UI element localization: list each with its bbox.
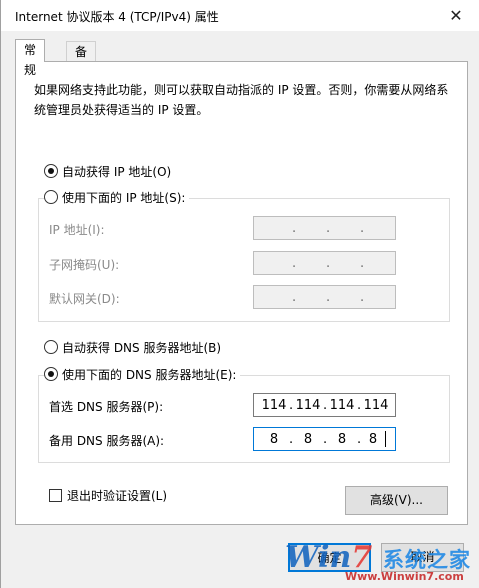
manual-dns-label: 使用下面的 DNS 服务器地址(E):: [62, 367, 237, 382]
validate-on-exit-row[interactable]: 退出时验证设置(L): [49, 487, 167, 504]
validate-on-exit-checkbox[interactable]: [49, 489, 62, 502]
auto-ip-radio[interactable]: [44, 164, 58, 178]
title-bar: Internet 协议版本 4 (TCP/IPv4) 属性 ✕: [1, 0, 479, 31]
ip-address-field[interactable]: . . .: [253, 216, 396, 240]
site-watermark: Win7 系统之家 Www.Winwin7.com: [285, 540, 475, 586]
manual-dns-radio-row[interactable]: 使用下面的 DNS 服务器地址(E):: [44, 365, 241, 383]
validate-on-exit-label: 退出时验证设置(L): [67, 489, 168, 503]
manual-dns-radio[interactable]: [44, 367, 58, 381]
advanced-button[interactable]: 高级(V)...: [345, 486, 448, 515]
subnet-mask-label: 子网掩码(U):: [49, 258, 120, 272]
default-gateway-field[interactable]: . . .: [253, 285, 396, 309]
manual-ip-label: 使用下面的 IP 地址(S):: [62, 190, 186, 205]
general-tab-panel: 如果网络支持此功能，则可以获取自动指派的 IP 设置。否则，你需要从网络系统管理…: [15, 61, 468, 525]
alternate-dns-label: 备用 DNS 服务器(A):: [49, 434, 165, 448]
tcpip-properties-dialog: Internet 协议版本 4 (TCP/IPv4) 属性 ✕ 常规 备用配置 …: [0, 0, 479, 588]
auto-ip-radio-row[interactable]: 自动获得 IP 地址(O): [44, 162, 171, 180]
text-caret: [385, 431, 386, 447]
ip-address-label: IP 地址(I):: [49, 223, 105, 237]
window-title: Internet 协议版本 4 (TCP/IPv4) 属性: [15, 10, 219, 24]
close-button[interactable]: ✕: [433, 0, 479, 31]
auto-dns-radio[interactable]: [44, 340, 58, 354]
auto-dns-label: 自动获得 DNS 服务器地址(B): [62, 340, 222, 355]
preferred-dns-field[interactable]: 114 . 114 . 114 . 114: [253, 393, 396, 417]
description-text: 如果网络支持此功能，则可以获取自动指派的 IP 设置。否则，你需要从网络系统管理…: [34, 83, 449, 117]
tab-general[interactable]: 常规: [15, 39, 46, 77]
preferred-dns-label: 首选 DNS 服务器(P):: [49, 400, 164, 414]
manual-ip-radio-row[interactable]: 使用下面的 IP 地址(S):: [44, 188, 190, 206]
manual-ip-radio[interactable]: [44, 190, 58, 204]
subnet-mask-field[interactable]: . . .: [253, 251, 396, 275]
auto-ip-label: 自动获得 IP 地址(O): [62, 164, 172, 179]
default-gateway-label: 默认网关(D):: [49, 292, 120, 306]
auto-dns-radio-row[interactable]: 自动获得 DNS 服务器地址(B): [44, 338, 221, 356]
alternate-dns-field[interactable]: 8 . 8 . 8 . 8: [253, 427, 396, 451]
watermark-url: Www.Winwin7.com: [345, 570, 464, 583]
tab-alternate-configuration[interactable]: 备用配置: [66, 41, 97, 119]
